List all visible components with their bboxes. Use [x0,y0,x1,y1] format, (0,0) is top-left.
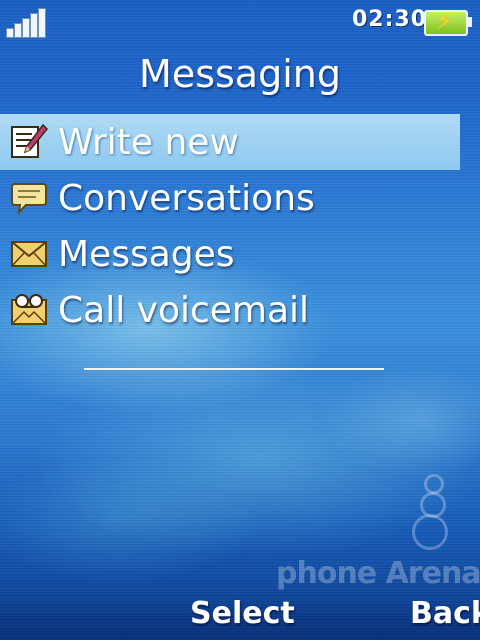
watermark-circle-icon [412,514,448,550]
menu-item-label: Write new [58,121,239,163]
signal-strength-icon [6,8,46,38]
select-softkey[interactable]: Select [190,596,295,631]
watermark-logo: phone Arena [276,556,480,591]
divider [84,368,384,370]
softkey-bar: Select Back [0,590,480,640]
status-time: 02:30 [352,7,428,32]
menu-item-messages[interactable]: Messages [0,226,480,282]
watermark-circle-icon [424,474,444,494]
menu-item-label: Call voicemail [58,289,310,331]
envelope-icon [10,235,48,273]
menu-item-conversations[interactable]: Conversations [0,170,480,226]
messaging-menu: Write new Conversations Messages Call vo… [0,114,480,338]
menu-item-label: Messages [58,233,235,275]
menu-item-write-new[interactable]: Write new [0,114,460,170]
menu-item-label: Conversations [58,177,315,219]
battery-charging-icon: ⚡ [424,8,472,36]
menu-item-call-voicemail[interactable]: Call voicemail [0,282,480,338]
speech-bubble-icon [10,179,48,217]
voicemail-icon [10,291,48,329]
back-softkey[interactable]: Back [410,596,480,631]
page-title: Messaging [139,52,341,96]
phone-screen: 02:30 ⚡ Messaging Write new Conversation… [0,0,480,640]
write-new-icon [10,123,49,161]
